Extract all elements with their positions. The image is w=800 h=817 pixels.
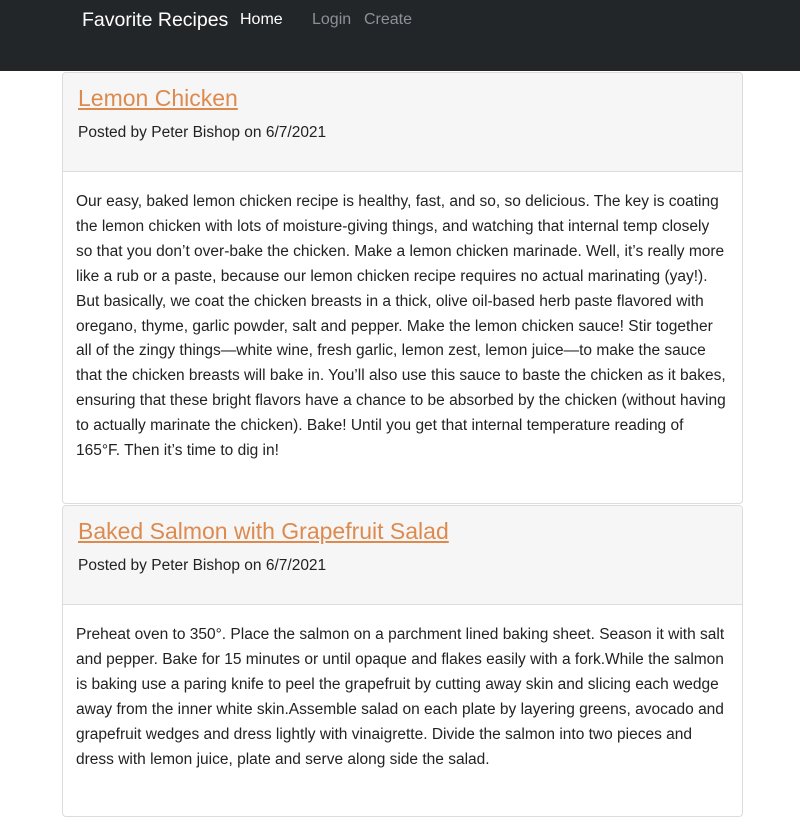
- recipe-card: Baked Salmon with Grapefruit Salad Poste…: [62, 505, 743, 817]
- recipe-description: Preheat oven to 350°. Place the salmon o…: [76, 626, 725, 768]
- nav-home-link[interactable]: Home: [240, 10, 283, 30]
- recipe-description: Our easy, baked lemon chicken recipe is …: [76, 193, 726, 460]
- nav-login-link[interactable]: Login: [312, 10, 351, 30]
- recipe-posted-by: Posted by Peter Bishop on 6/7/2021: [78, 557, 327, 574]
- nav-create-link[interactable]: Create: [364, 10, 412, 30]
- recipe-title-link[interactable]: Baked Salmon with Grapefruit Salad: [78, 515, 449, 547]
- top-navbar: Favorite Recipes Home Login Create: [0, 0, 800, 71]
- recipe-card: Lemon Chicken Posted by Peter Bishop on …: [62, 72, 743, 504]
- recipe-card-header: Baked Salmon with Grapefruit Salad Poste…: [63, 506, 742, 605]
- recipe-card-header: Lemon Chicken Posted by Peter Bishop on …: [63, 73, 742, 172]
- recipe-posted-by: Posted by Peter Bishop on 6/7/2021: [78, 124, 327, 141]
- recipe-title-link[interactable]: Lemon Chicken: [78, 82, 238, 114]
- navbar-brand[interactable]: Favorite Recipes: [82, 8, 228, 32]
